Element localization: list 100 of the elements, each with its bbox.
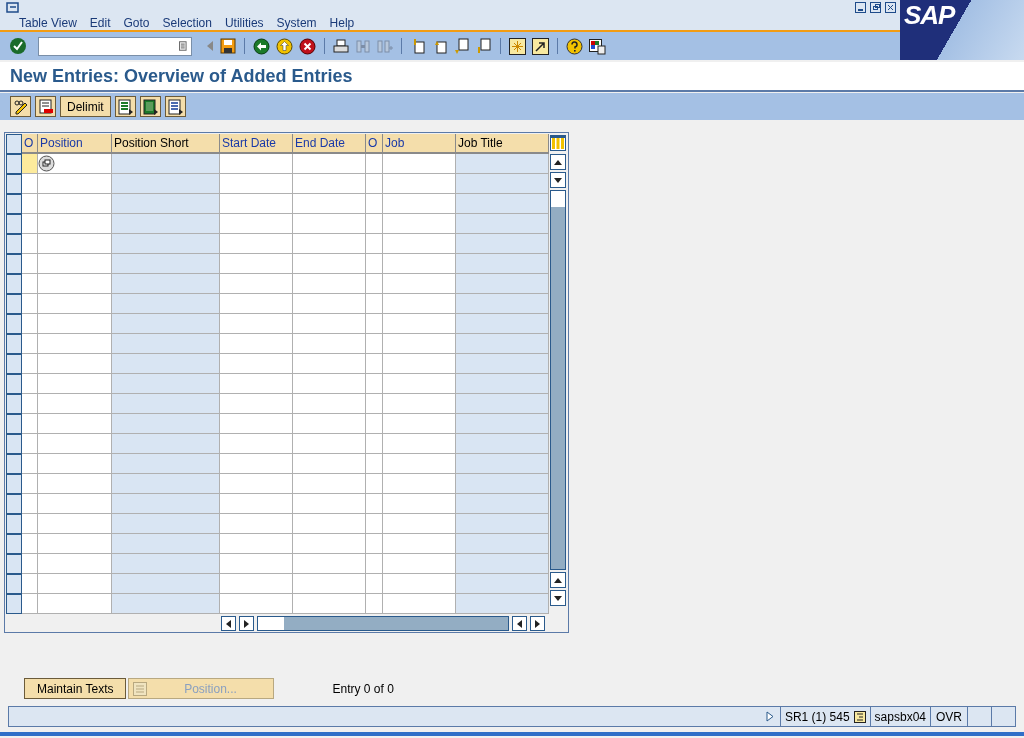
menu-item[interactable]: System [273,14,320,32]
input-cell[interactable] [366,534,383,554]
exit-icon[interactable] [276,37,293,55]
save-icon[interactable] [220,38,236,54]
column-header[interactable]: End Date [293,134,366,154]
input-cell[interactable] [38,534,112,554]
row-selector[interactable] [6,474,22,494]
input-cell[interactable] [293,414,366,434]
row-selector[interactable] [6,554,22,574]
input-cell[interactable] [22,554,38,574]
row-selector[interactable] [6,234,22,254]
input-cell[interactable] [383,234,456,254]
row-selector[interactable] [6,194,22,214]
input-cell[interactable] [366,274,383,294]
input-cell[interactable] [220,274,293,294]
back-icon[interactable] [253,37,270,55]
input-cell[interactable] [383,534,456,554]
input-cell[interactable] [383,314,456,334]
input-cell[interactable] [366,354,383,374]
input-cell[interactable] [293,494,366,514]
input-cell[interactable] [366,514,383,534]
input-cell[interactable] [22,334,38,354]
input-cell[interactable] [22,574,38,594]
enter-icon[interactable] [10,38,26,54]
scroll-thumb[interactable] [551,191,565,207]
input-cell[interactable] [38,514,112,534]
input-cell[interactable] [293,594,366,614]
select-block-button[interactable] [139,96,161,117]
input-cell[interactable] [366,234,383,254]
input-cell[interactable] [383,154,456,174]
input-cell[interactable] [293,534,366,554]
input-cell[interactable] [22,394,38,414]
input-cell[interactable] [366,194,383,214]
system-info-icon[interactable] [853,710,866,723]
input-cell[interactable] [22,154,38,174]
input-cell[interactable] [22,254,38,274]
row-selector[interactable] [6,594,22,614]
last-page-icon[interactable] [476,38,492,54]
input-cell[interactable] [383,554,456,574]
input-cell[interactable] [38,334,112,354]
input-cell[interactable] [22,534,38,554]
scroll-down-button[interactable] [550,172,566,188]
input-cell[interactable] [220,234,293,254]
row-selector[interactable] [6,274,22,294]
input-cell[interactable] [366,374,383,394]
input-cell[interactable] [22,494,38,514]
minimize-icon[interactable] [855,2,866,13]
horizontal-scrollbar[interactable] [257,616,509,631]
row-selector[interactable] [6,154,22,174]
input-cell[interactable] [293,374,366,394]
input-cell[interactable] [38,234,112,254]
input-cell[interactable] [22,514,38,534]
input-cell[interactable] [383,174,456,194]
input-cell[interactable] [366,414,383,434]
input-cell[interactable] [38,394,112,414]
menu-item[interactable]: Table View [16,14,80,32]
input-cell[interactable] [38,254,112,274]
input-cell[interactable] [22,214,38,234]
input-cell[interactable] [383,494,456,514]
input-cell[interactable] [293,334,366,354]
expand-status-icon[interactable] [765,711,774,722]
next-page-icon[interactable] [454,38,470,54]
row-selector[interactable] [6,494,22,514]
input-cell[interactable] [366,394,383,414]
column-header[interactable]: Start Date [220,134,293,154]
input-cell[interactable] [293,174,366,194]
column-header[interactable]: O [366,134,383,154]
input-cell[interactable] [22,314,38,334]
input-cell[interactable] [293,314,366,334]
input-cell[interactable] [383,274,456,294]
input-cell[interactable] [293,454,366,474]
input-cell[interactable] [366,574,383,594]
row-selector[interactable] [6,314,22,334]
scroll-down-button[interactable] [550,590,566,606]
print-icon[interactable] [333,38,349,54]
column-header[interactable]: Job [383,134,456,154]
input-cell[interactable] [383,594,456,614]
input-cell[interactable] [220,454,293,474]
input-cell[interactable] [366,294,383,314]
input-cell[interactable] [220,294,293,314]
input-cell[interactable] [366,174,383,194]
value-help-icon[interactable] [38,155,55,172]
binoculars-plus-icon[interactable] [377,38,393,54]
input-cell[interactable] [293,394,366,414]
input-cell[interactable] [22,294,38,314]
input-cell[interactable] [220,374,293,394]
input-cell[interactable] [293,574,366,594]
previous-page-icon[interactable] [432,38,448,54]
input-cell[interactable] [383,294,456,314]
column-header[interactable]: Job Title [456,134,549,154]
input-cell[interactable] [220,334,293,354]
input-cell[interactable] [38,154,112,174]
input-cell[interactable] [38,374,112,394]
scroll-up-button[interactable] [550,154,566,170]
input-cell[interactable] [220,354,293,374]
scroll-left-button[interactable] [221,616,236,631]
column-header[interactable]: Position [38,134,112,154]
close-icon[interactable] [885,2,896,13]
input-cell[interactable] [366,474,383,494]
input-cell[interactable] [38,314,112,334]
